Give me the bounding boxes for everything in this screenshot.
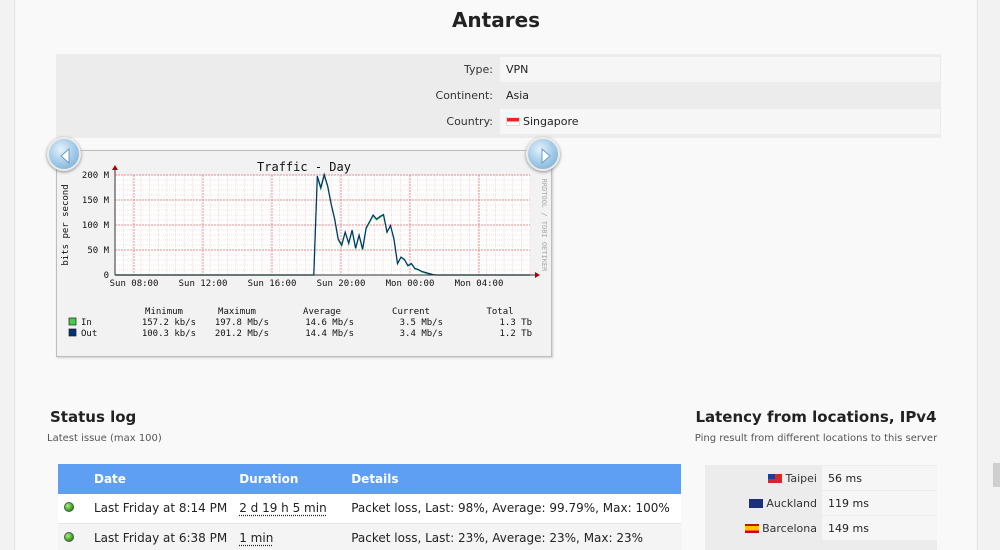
legend-value: 3.4 Mb/s: [400, 329, 443, 339]
details-cell: Packet loss, Last: 23%, Average: 23%, Ma…: [345, 523, 681, 550]
es-flag-icon: [745, 524, 760, 533]
info-value: Asia: [500, 83, 940, 108]
legend-swatch-in: [68, 317, 77, 326]
latency-title: Latency from locations, IPv4: [695, 408, 937, 426]
chevron-right-icon: [541, 147, 551, 165]
x-tick-label: Sun 16:00: [248, 279, 297, 289]
legend-value: 100.3 kb/s: [142, 329, 196, 339]
status-cell: [58, 523, 88, 550]
legend-value: 1.2 Tb: [499, 329, 532, 339]
previous-graph-button[interactable]: [47, 137, 81, 171]
legend-name: In: [81, 318, 92, 328]
latency-table: Taipei 56 ms Auckland 119 ms Barcelona 1…: [705, 465, 937, 550]
duration-cell: 1 min: [233, 523, 346, 550]
info-value: VPN: [500, 57, 940, 82]
legend-swatch-out: [68, 328, 77, 337]
next-graph-button[interactable]: [526, 137, 560, 171]
x-axis-arrow: [535, 272, 540, 278]
info-label: Type:: [464, 63, 493, 76]
server-info-table: Type: VPN Continent: Asia Country: Singa…: [56, 54, 941, 138]
status-log-title: Status log: [50, 408, 137, 426]
table-row: Last Friday at 8:14 PM 2 d 19 h 5 min Pa…: [58, 494, 681, 524]
legend-value: 201.2 Mb/s: [215, 329, 269, 339]
y-tick-label: 100 M: [82, 221, 110, 231]
location-name: Auckland: [766, 497, 817, 510]
legend-header: Total: [486, 307, 513, 317]
traffic-chart-svg: 0 50 M 100 M 150 M 200 M Sun 08:00 Sun 12:00 Su…: [61, 160, 548, 339]
x-tick-label: Mon 00:00: [386, 279, 435, 289]
location-name: Barcelona: [762, 522, 817, 535]
status-log-table: Date Duration Details Last Friday at 8:1…: [58, 464, 681, 550]
side-label: RRDTOOL / TOBI OETIKER: [540, 179, 548, 273]
y-axis-label: bits per second: [61, 184, 71, 265]
latency-value: 119 ms: [822, 491, 937, 515]
legend-value: 14.4 Mb/s: [305, 329, 354, 339]
y-axis-arrow: [112, 165, 118, 170]
y-tick-label: 0: [104, 271, 109, 281]
info-label: Country:: [446, 115, 493, 128]
info-value: Singapore: [500, 109, 940, 134]
green-status-dot-icon: [64, 502, 74, 513]
col-duration: Duration: [233, 464, 346, 494]
legend-value: 3.5 Mb/s: [400, 318, 443, 328]
chart-title: Traffic - Day: [257, 160, 351, 174]
location-label: Taipei: [705, 472, 817, 485]
x-tick-label: Mon 04:00: [455, 279, 504, 289]
col-date: Date: [88, 464, 234, 494]
legend-header: Current: [392, 307, 430, 317]
country-name: Singapore: [523, 115, 579, 128]
status-log-subtitle: Latest issue (max 100): [47, 433, 162, 444]
date-cell: Last Friday at 6:38 PM: [88, 523, 234, 550]
info-row-continent: Continent: Asia: [56, 83, 941, 108]
location-label: Auckland: [705, 497, 817, 510]
duration-value[interactable]: 1 min: [239, 531, 273, 545]
legend-value: 1.3 Tb: [499, 318, 532, 328]
status-cell: [58, 494, 88, 524]
col-status: [58, 464, 88, 494]
info-label: Continent:: [435, 89, 493, 102]
legend-header: Maximum: [218, 307, 256, 317]
status-log-header-row: Date Duration Details: [58, 464, 681, 494]
latency-row: Auckland 119 ms: [705, 491, 937, 515]
location-label: Barcelona: [705, 522, 817, 535]
col-details: Details: [345, 464, 681, 494]
page-title: Antares: [451, 8, 541, 32]
latency-value: 56 ms: [822, 466, 937, 490]
x-tick-label: Sun 08:00: [110, 279, 159, 289]
table-row: Last Friday at 6:38 PM 1 min Packet loss…: [58, 523, 681, 550]
nz-flag-icon: [749, 499, 764, 508]
latency-row: Barcelona 149 ms: [705, 516, 937, 540]
latency-subtitle: Ping result from different locations to …: [694, 433, 938, 444]
legend-value: 197.8 Mb/s: [215, 318, 269, 328]
info-row-country: Country: Singapore: [56, 109, 941, 134]
sg-flag-icon: [506, 117, 520, 126]
chevron-left-icon: [60, 147, 70, 165]
traffic-graph: 0 50 M 100 M 150 M 200 M Sun 08:00 Sun 12:00 Su…: [56, 150, 552, 357]
latency-row: Taipei 56 ms: [705, 466, 937, 490]
x-tick-label: Sun 12:00: [179, 279, 228, 289]
left-page-margin: [0, 0, 15, 550]
duration-value[interactable]: 2 d 19 h 5 min: [239, 501, 326, 515]
legend-header: Minimum: [145, 307, 183, 317]
duration-cell: 2 d 19 h 5 min: [233, 494, 346, 524]
info-row-type: Type: VPN: [56, 57, 941, 82]
main-content: Antares Type: VPN Continent: Asia Countr…: [16, 0, 976, 550]
date-cell: Last Friday at 8:14 PM: [88, 494, 234, 524]
y-tick-label: 150 M: [82, 196, 110, 206]
legend-header: Average: [303, 307, 341, 317]
location-name: Taipei: [785, 472, 817, 485]
legend-value: 14.6 Mb/s: [305, 318, 354, 328]
tw-flag-icon: [768, 474, 783, 483]
y-tick-label: 200 M: [82, 171, 110, 181]
legend-name: Out: [81, 329, 97, 339]
latency-value: 149 ms: [822, 516, 937, 540]
scrollbar-thumb[interactable]: [993, 463, 1000, 487]
x-tick-label: Sun 20:00: [317, 279, 366, 289]
y-tick-label: 50 M: [87, 246, 109, 256]
green-status-dot-icon: [64, 531, 74, 542]
details-cell: Packet loss, Last: 98%, Average: 99.79%,…: [345, 494, 681, 524]
legend-value: 157.2 kb/s: [142, 318, 196, 328]
